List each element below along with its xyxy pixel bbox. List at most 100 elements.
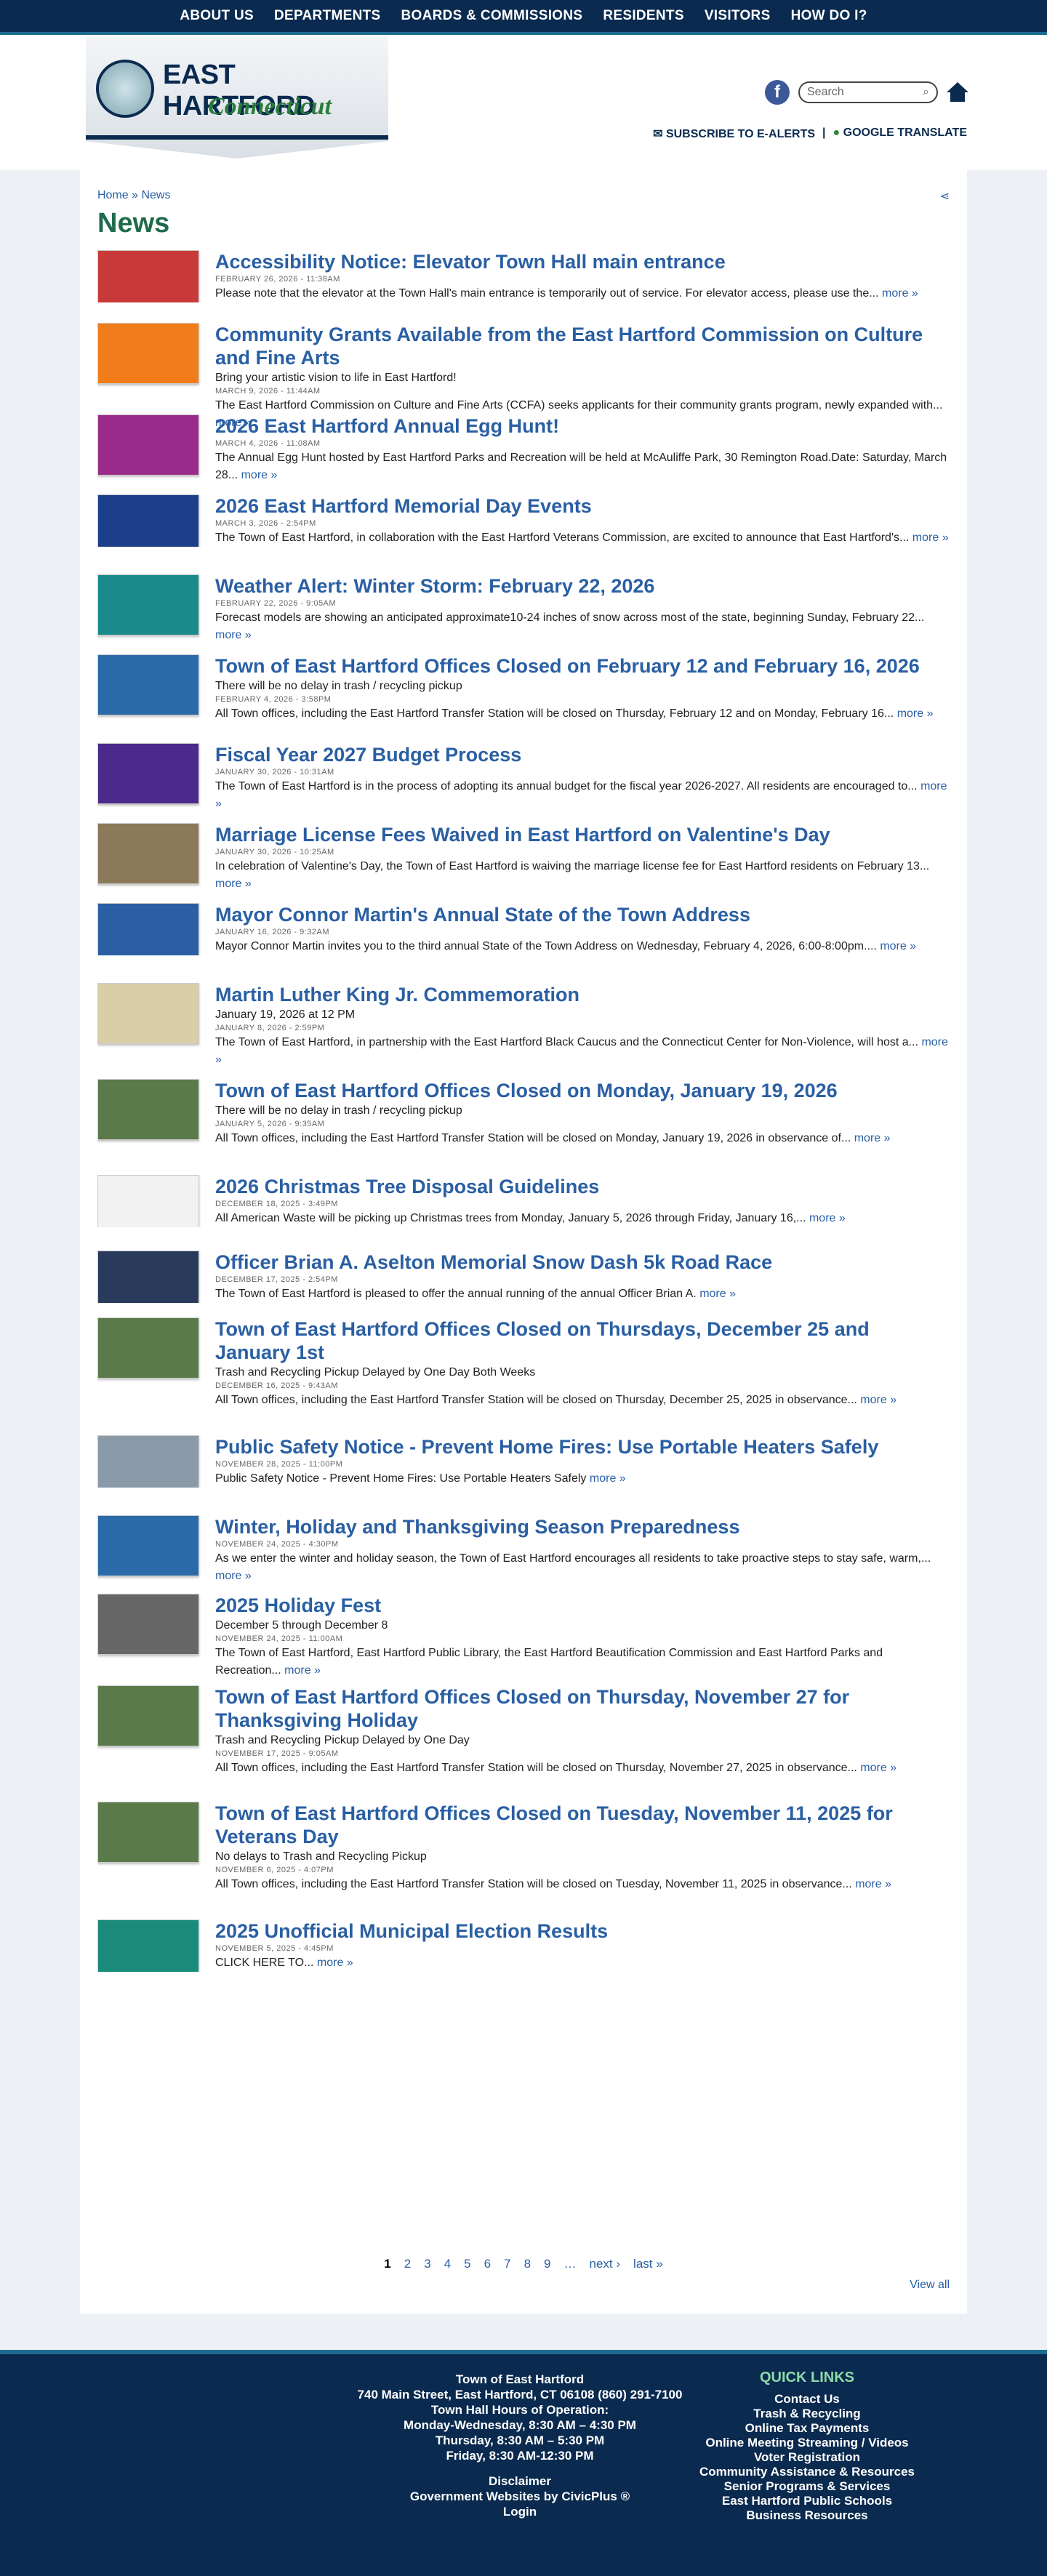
nav-item[interactable]: DEPARTMENTS xyxy=(274,8,381,24)
news-title[interactable]: 2026 East Hartford Memorial Day Events xyxy=(215,494,950,518)
more-link[interactable]: more » xyxy=(284,1664,321,1677)
search-input[interactable]: Search ⌕ xyxy=(798,81,938,103)
more-link[interactable]: more » xyxy=(809,1212,846,1224)
quick-link[interactable]: Online Tax Payments xyxy=(698,2421,916,2436)
quick-link[interactable]: Business Resources xyxy=(698,2508,916,2523)
news-desc: The Town of East Hartford, in partnershi… xyxy=(215,1036,948,1066)
nav-item[interactable]: BOARDS & COMMISSIONS xyxy=(401,8,583,24)
more-link[interactable]: more » xyxy=(912,531,949,544)
news-title[interactable]: 2026 Christmas Tree Disposal Guidelines xyxy=(215,1175,950,1198)
more-link[interactable]: more » xyxy=(215,878,252,890)
news-title[interactable]: Community Grants Available from the East… xyxy=(215,323,950,369)
news-thumbnail[interactable] xyxy=(97,1175,199,1227)
more-link[interactable]: more » xyxy=(882,287,918,300)
more-link[interactable]: more » xyxy=(860,1762,896,1774)
more-link[interactable]: more » xyxy=(241,469,278,481)
news-thumbnail[interactable] xyxy=(97,574,199,635)
subscribe-link[interactable]: ✉ SUBSCRIBE TO E-ALERTS xyxy=(653,127,815,141)
news-title[interactable]: Accessibility Notice: Elevator Town Hall… xyxy=(215,250,950,273)
news-title[interactable]: Fiscal Year 2027 Budget Process xyxy=(215,743,950,766)
news-title[interactable]: 2026 East Hartford Annual Egg Hunt! xyxy=(215,414,950,438)
view-all-link[interactable]: View all xyxy=(910,2279,950,2292)
news-thumbnail[interactable] xyxy=(97,1079,199,1140)
more-link[interactable]: more » xyxy=(880,940,916,952)
quick-link[interactable]: Community Assistance & Resources xyxy=(698,2465,916,2479)
more-link[interactable]: more » xyxy=(317,1957,353,1969)
page-link[interactable]: 2 xyxy=(404,2257,411,2271)
facebook-icon[interactable]: f xyxy=(765,80,790,105)
page-link[interactable]: 5 xyxy=(464,2257,470,2271)
news-thumbnail[interactable] xyxy=(97,250,199,302)
page-link[interactable]: 1 xyxy=(384,2257,390,2271)
news-title[interactable]: Town of East Hartford Offices Closed on … xyxy=(215,654,950,678)
page-link[interactable]: 8 xyxy=(524,2257,531,2271)
news-title[interactable]: Weather Alert: Winter Storm: February 22… xyxy=(215,574,950,598)
page-link[interactable]: last » xyxy=(633,2257,663,2271)
news-thumbnail[interactable] xyxy=(97,494,199,547)
more-link[interactable]: more » xyxy=(854,1132,891,1144)
news-title[interactable]: Town of East Hartford Offices Closed on … xyxy=(215,1802,950,1848)
page-link[interactable]: next › xyxy=(590,2257,621,2271)
more-link[interactable]: more » xyxy=(215,629,252,641)
nav-item[interactable]: HOW DO I? xyxy=(791,8,867,24)
news-title[interactable]: Martin Luther King Jr. Commemoration xyxy=(215,983,950,1006)
news-date: NOVEMBER 17, 2025 - 9:05AM xyxy=(215,1749,339,1758)
nav-item[interactable]: VISITORS xyxy=(705,8,771,24)
news-thumbnail[interactable] xyxy=(97,1251,199,1303)
news-thumbnail[interactable] xyxy=(97,654,199,715)
news-thumbnail[interactable] xyxy=(97,743,199,804)
search-icon[interactable]: ⌕ xyxy=(923,86,929,99)
more-link[interactable]: more » xyxy=(590,1472,626,1485)
news-title[interactable]: Public Safety Notice - Prevent Home Fire… xyxy=(215,1435,950,1458)
more-link[interactable]: more » xyxy=(699,1288,736,1300)
page-link[interactable]: 6 xyxy=(484,2257,491,2271)
more-link[interactable]: more » xyxy=(855,1878,891,1890)
page-link[interactable]: 4 xyxy=(444,2257,451,2271)
news-thumbnail[interactable] xyxy=(97,414,199,476)
more-link[interactable]: more » xyxy=(215,1570,252,1582)
footer-line[interactable]: Disclaimer xyxy=(342,2473,698,2489)
share-icon[interactable]: ⋖ xyxy=(940,189,950,204)
news-title[interactable]: Town of East Hartford Offices Closed on … xyxy=(215,1685,950,1732)
news-thumbnail[interactable] xyxy=(97,1685,199,1746)
news-title[interactable]: Officer Brian A. Aselton Memorial Snow D… xyxy=(215,1251,950,1274)
news-thumbnail[interactable] xyxy=(97,1435,199,1488)
news-thumbnail[interactable] xyxy=(97,323,199,384)
quick-link[interactable]: Contact Us xyxy=(698,2392,916,2407)
news-title[interactable]: Mayor Connor Martin's Annual State of th… xyxy=(215,903,950,926)
quick-link[interactable]: East Hartford Public Schools xyxy=(698,2494,916,2508)
news-title[interactable]: Marriage License Fees Waived in East Har… xyxy=(215,823,950,846)
news-title[interactable]: Town of East Hartford Offices Closed on … xyxy=(215,1317,950,1364)
news-thumbnail[interactable] xyxy=(97,1317,199,1379)
quick-link[interactable]: Online Meeting Streaming / Videos xyxy=(698,2436,916,2450)
page-link[interactable]: 7 xyxy=(504,2257,510,2271)
news-thumbnail[interactable] xyxy=(97,903,199,955)
news-thumbnail[interactable] xyxy=(97,1594,199,1655)
page-link[interactable]: 9 xyxy=(544,2257,550,2271)
news-title[interactable]: 2025 Unofficial Municipal Election Resul… xyxy=(215,1919,950,1943)
more-link[interactable]: more » xyxy=(860,1394,896,1406)
news-thumbnail[interactable] xyxy=(97,1802,199,1863)
news-title[interactable]: Winter, Holiday and Thanksgiving Season … xyxy=(215,1515,950,1538)
footer-line[interactable]: Government Websites by CivicPlus ® xyxy=(342,2489,698,2504)
footer-line[interactable]: Login xyxy=(342,2504,698,2519)
news-title[interactable]: 2025 Holiday Fest xyxy=(215,1594,950,1617)
news-title[interactable]: Town of East Hartford Offices Closed on … xyxy=(215,1079,950,1102)
site-logo[interactable]: EAST HARTFORD Connecticut xyxy=(86,35,388,159)
news-thumbnail[interactable] xyxy=(97,983,199,1044)
quick-link[interactable]: Senior Programs & Services xyxy=(698,2479,916,2494)
page-link[interactable]: 3 xyxy=(424,2257,430,2271)
more-link[interactable]: more » xyxy=(897,707,934,720)
news-thumbnail[interactable] xyxy=(97,1515,199,1576)
google-translate-link[interactable]: ● GOOGLE TRANSLATE xyxy=(833,127,968,141)
quick-link[interactable]: Trash & Recycling xyxy=(698,2407,916,2421)
breadcrumb[interactable]: Home » News xyxy=(97,189,170,202)
news-thumbnail[interactable] xyxy=(97,823,199,884)
nav-item[interactable]: RESIDENTS xyxy=(603,8,683,24)
quick-link[interactable]: Voter Registration xyxy=(698,2450,916,2465)
nav-item[interactable]: ABOUT US xyxy=(180,8,254,24)
page-link[interactable]: … xyxy=(564,2257,577,2271)
home-icon[interactable] xyxy=(947,82,968,103)
news-thumbnail[interactable] xyxy=(97,1919,199,1972)
news-subtitle: December 5 through December 8 xyxy=(215,1619,388,1632)
